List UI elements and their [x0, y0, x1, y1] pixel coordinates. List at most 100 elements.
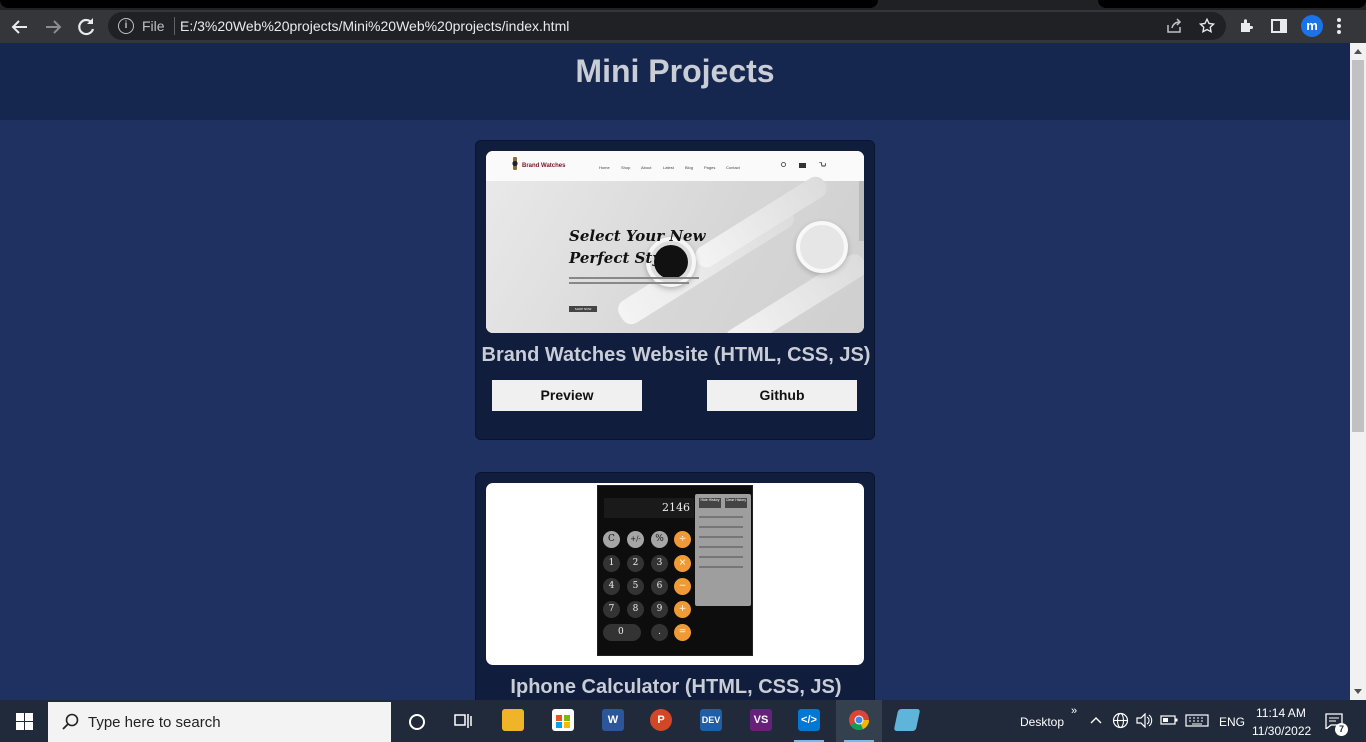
task-view-icon	[454, 714, 472, 728]
task-view-button[interactable]	[440, 700, 486, 742]
thumbnail-menu-item: Contact	[726, 165, 740, 170]
vs-code-icon: </>	[798, 709, 820, 731]
page-viewport: Mini Projects Brand Watches Home Shop Ab…	[0, 43, 1350, 700]
watch-logo-icon	[512, 157, 518, 170]
calculator-key: +/-	[627, 531, 644, 548]
calculator-key: 2	[627, 555, 644, 572]
thumbnail-menu-item: Blog	[685, 165, 694, 170]
start-button[interactable]	[0, 700, 48, 742]
calculator-key: 7	[603, 601, 620, 618]
notepad-icon	[893, 709, 921, 731]
calculator-display: 2146	[604, 498, 694, 518]
taskbar-store[interactable]	[540, 700, 586, 742]
calculator-key: 9	[651, 601, 668, 618]
calculator-key: 0	[603, 624, 641, 641]
thumbnail-text-line	[569, 282, 689, 284]
scroll-down-arrow-icon[interactable]	[1354, 689, 1362, 694]
desktop-chevron-icon[interactable]: »	[1071, 705, 1077, 717]
calculator-key: +	[674, 601, 691, 618]
preview-button[interactable]: Preview	[492, 380, 642, 411]
thumbnail-text-line	[569, 277, 699, 279]
reload-button[interactable]	[74, 15, 98, 39]
calculator-key: 4	[603, 578, 620, 595]
volume-icon[interactable]	[1136, 713, 1153, 728]
project-card: Brand Watches Home Shop About Latest Blo…	[475, 140, 875, 440]
page-scrollbar[interactable]	[1350, 43, 1366, 700]
history-entry	[699, 526, 743, 528]
word-icon: W	[602, 709, 624, 731]
extensions-puzzle-icon[interactable]	[1238, 17, 1256, 35]
calculator-key: .	[651, 624, 668, 641]
info-icon[interactable]: i	[118, 18, 134, 34]
taskbar-word[interactable]: W	[590, 700, 636, 742]
tab-background	[1098, 0, 1366, 8]
arrow-left-icon	[11, 20, 27, 34]
taskbar-powerpoint[interactable]: P	[638, 700, 684, 742]
thumbnail-menu-item: Pages	[704, 165, 716, 170]
tab-background	[0, 0, 878, 8]
calculator-key: 1	[603, 555, 620, 572]
taskbar-visual-studio[interactable]: VS	[738, 700, 784, 742]
thumbnail-hero: Select Your New Perfect Style SHOP NOW	[486, 172, 864, 333]
cortana-button[interactable]	[394, 700, 440, 742]
share-icon[interactable]	[1166, 18, 1184, 34]
calculator-key: −	[674, 578, 691, 595]
show-hidden-icons-icon[interactable]	[1090, 716, 1102, 724]
thumbnail-search-icon	[781, 162, 786, 167]
file-label: File	[142, 18, 165, 34]
scroll-up-arrow-icon[interactable]	[1354, 49, 1362, 54]
clock-date[interactable]: 11/30/2022	[1252, 724, 1311, 738]
history-entry	[699, 516, 743, 518]
side-panel-icon[interactable]	[1271, 18, 1287, 34]
watch-face	[796, 221, 848, 273]
calculator-key: 5	[627, 578, 644, 595]
calculator-key: ÷	[674, 531, 691, 548]
taskbar-search-box[interactable]: Type here to search	[48, 702, 391, 742]
address-bar[interactable]: i File E:/3%20Web%20projects/Mini%20Web%…	[108, 12, 1226, 40]
browser-toolbar: i File E:/3%20Web%20projects/Mini%20Web%…	[0, 10, 1366, 43]
scroll-thumb[interactable]	[1352, 60, 1364, 432]
search-icon	[62, 713, 79, 730]
taskbar-dev-cpp[interactable]: DEV	[688, 700, 734, 742]
project-title: Iphone Calculator (HTML, CSS, JS)	[510, 676, 842, 698]
thumbnail-scrollbar	[859, 181, 864, 241]
calculator-mockup: 2146 C +/- % ÷ 1 2 3 × 4 5 6 − 7 8 9 + 0…	[597, 485, 753, 656]
calculator-key: ×	[674, 555, 691, 572]
headline-line: Perfect Style	[569, 249, 677, 267]
watch-strap	[721, 250, 864, 333]
search-placeholder: Type here to search	[88, 714, 221, 731]
page-title: Mini Projects	[575, 53, 775, 89]
taskbar-chrome[interactable]	[836, 700, 882, 742]
desktop-label[interactable]: Desktop	[1020, 715, 1064, 729]
url-text[interactable]: E:/3%20Web%20projects/Mini%20Web%20proje…	[180, 18, 569, 34]
hide-history-button: Hide History	[699, 498, 721, 508]
keyboard-icon[interactable]	[1185, 714, 1209, 727]
clock-time[interactable]: 11:14 AM	[1256, 706, 1306, 720]
language-indicator[interactable]: ENG	[1219, 715, 1245, 729]
taskbar-file-explorer[interactable]	[490, 700, 536, 742]
profile-avatar[interactable]: m	[1301, 15, 1323, 37]
calculator-key: 8	[627, 601, 644, 618]
calculator-key: 6	[651, 578, 668, 595]
project-thumbnail-calculator: 2146 C +/- % ÷ 1 2 3 × 4 5 6 − 7 8 9 + 0…	[486, 483, 864, 665]
thumbnail-headline: Select Your New Perfect Style	[569, 225, 706, 269]
address-separator	[174, 17, 175, 35]
thumbnail-user-icon	[799, 163, 806, 168]
powerpoint-icon: P	[650, 709, 672, 731]
taskbar-notepad[interactable]	[884, 700, 930, 742]
menu-dots-icon[interactable]	[1336, 17, 1342, 35]
history-entry	[699, 556, 743, 558]
network-globe-icon[interactable]	[1112, 712, 1129, 729]
forward-button[interactable]	[41, 15, 65, 39]
windows-taskbar: Type here to search W P DEV VS </> Deskt…	[0, 700, 1366, 742]
github-button[interactable]: Github	[707, 380, 857, 411]
battery-icon[interactable]	[1160, 714, 1178, 726]
dev-cpp-icon: DEV	[700, 709, 722, 731]
notification-badge: 7	[1335, 723, 1348, 736]
back-button[interactable]	[8, 15, 32, 39]
taskbar-vs-code[interactable]: </>	[786, 700, 832, 742]
thumbnail-menu-item: Latest	[663, 165, 674, 170]
bookmark-star-icon[interactable]	[1198, 17, 1216, 35]
cortana-circle-icon	[409, 714, 425, 730]
thumbnail-navbar: Brand Watches Home Shop About Latest Blo…	[486, 151, 864, 181]
